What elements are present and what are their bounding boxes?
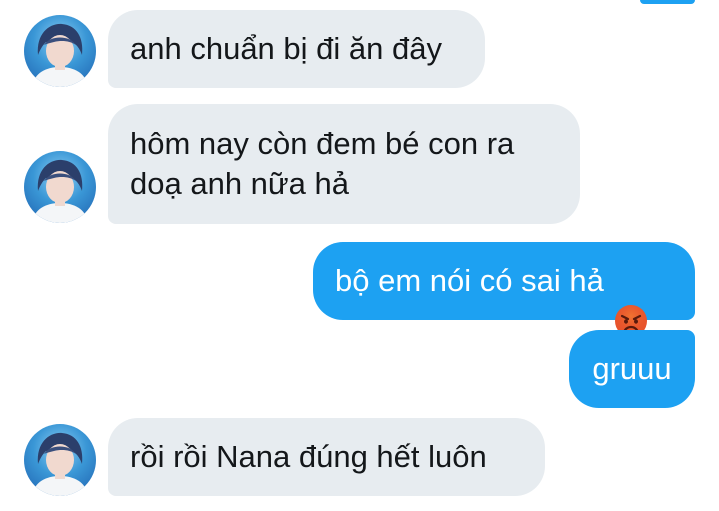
message-bubble-outgoing[interactable]: bộ em nói có sai hả — [313, 242, 695, 337]
contact-avatar[interactable] — [24, 424, 96, 496]
avatar-portrait-icon — [32, 23, 88, 87]
message-text: hôm nay còn đem bé con ra doạ anh nữa hả — [130, 126, 515, 201]
message-text: bộ em nói có sai hả — [335, 263, 604, 298]
avatar-portrait-icon — [32, 432, 88, 496]
message-bubble-incoming[interactable]: hôm nay còn đem bé con ra doạ anh nữa hả — [108, 104, 580, 224]
message-bubble-outgoing[interactable]: gruuu — [569, 330, 695, 408]
message-text: anh chuẩn bị đi ăn đây — [130, 31, 442, 66]
contact-avatar[interactable] — [24, 151, 96, 223]
message-text: gruuu — [592, 351, 672, 386]
message-text: rồi rồi Nana đúng hết luôn — [130, 439, 487, 474]
avatar-portrait-icon — [32, 159, 88, 223]
message-bubble-incoming[interactable]: rồi rồi Nana đúng hết luôn — [108, 418, 545, 496]
angry-face-icon — [614, 264, 648, 337]
conversation-view: anh chuẩn bị đi ăn đây hôm nay còn đem b… — [0, 0, 719, 511]
message-bubble-incoming[interactable]: anh chuẩn bị đi ăn đây — [108, 10, 485, 88]
contact-avatar[interactable] — [24, 15, 96, 87]
previous-message-bubble-edge — [640, 0, 695, 4]
